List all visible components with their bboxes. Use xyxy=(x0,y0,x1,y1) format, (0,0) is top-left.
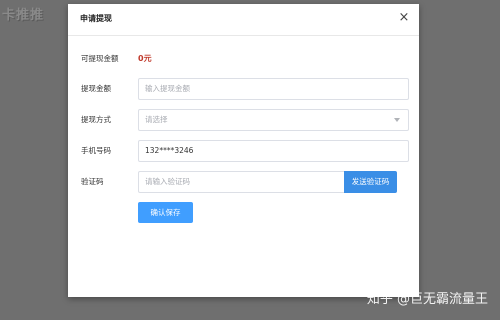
amount-input[interactable]: 输入提现金额 xyxy=(138,78,409,100)
method-select-placeholder: 请选择 xyxy=(145,115,168,124)
phone-input[interactable]: 132****3246 xyxy=(138,140,409,162)
chevron-down-icon xyxy=(394,118,400,122)
phone-label: 手机号码 xyxy=(81,146,111,155)
withdraw-dialog: 申请提现 × 可提现金额 0元 提现金额 输入提现金额 提现方式 请选择 手机号… xyxy=(68,4,419,297)
code-row: 验证码 请输入验证码 发送验证码 xyxy=(68,171,419,193)
dialog-title: 申请提现 xyxy=(80,14,112,23)
withdrawable-row: 可提现金额 0元 xyxy=(68,48,419,70)
code-input[interactable]: 请输入验证码 xyxy=(138,171,346,193)
amount-row: 提现金额 输入提现金额 xyxy=(68,78,419,100)
withdrawable-label: 可提现金额 xyxy=(81,54,119,63)
phone-row: 手机号码 132****3246 xyxy=(68,140,419,162)
send-code-button[interactable]: 发送验证码 xyxy=(344,171,397,193)
dialog-header: 申请提现 × xyxy=(68,4,419,36)
amount-label: 提现金额 xyxy=(81,84,111,93)
method-label: 提现方式 xyxy=(81,115,111,124)
confirm-save-button[interactable]: 确认保存 xyxy=(138,202,193,223)
method-select[interactable]: 请选择 xyxy=(138,109,409,131)
method-row: 提现方式 请选择 xyxy=(68,109,419,131)
close-icon[interactable]: × xyxy=(397,10,411,26)
withdrawable-value: 0元 xyxy=(138,54,152,63)
watermark: 知乎 @巨无霸流量王 xyxy=(366,292,488,307)
code-label: 验证码 xyxy=(81,177,104,186)
background-logo: 卡推推 xyxy=(2,8,45,23)
